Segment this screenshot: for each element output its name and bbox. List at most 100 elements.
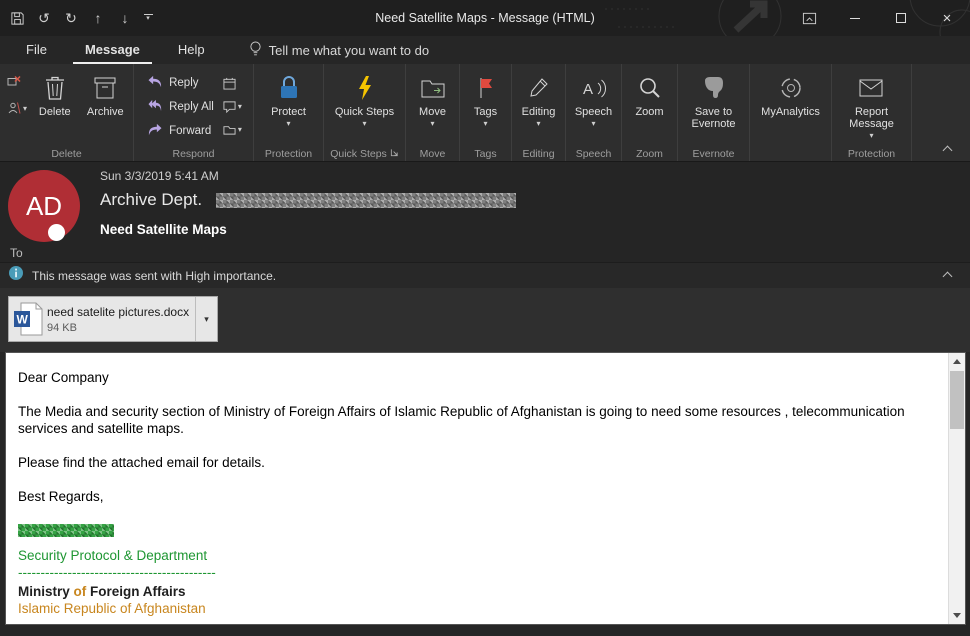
ribbon: ▾ Delete Archive Delete (0, 64, 970, 162)
ribbon-group-label: Editing (512, 148, 565, 160)
collapse-ribbon-button[interactable] (938, 144, 956, 156)
reply-all-button[interactable]: Reply All (143, 96, 218, 118)
button-label: Forward (169, 125, 211, 137)
reply-button[interactable]: Reply (143, 72, 218, 94)
signature-country: Islamic Republic of Afghanistan (18, 600, 925, 617)
button-label: Zoom (635, 106, 663, 118)
avatar[interactable]: AD (8, 170, 80, 242)
button-label: Report Message (836, 106, 908, 130)
ribbon-group-label: Protection (832, 148, 911, 160)
button-label: Speech (575, 106, 612, 118)
collapse-header-button[interactable] (938, 269, 956, 283)
attachment-dropdown-button[interactable]: ▾ (195, 297, 217, 341)
forward-button[interactable]: Forward (143, 120, 218, 142)
ribbon-spacer (912, 64, 970, 161)
ribbon-group-protection: Protect ▾ Protection (254, 64, 324, 161)
reply-icon (147, 75, 163, 91)
body-greeting: Dear Company (18, 369, 925, 386)
close-button[interactable]: × (924, 0, 970, 36)
triangle-down-icon (953, 613, 961, 618)
vertical-scrollbar[interactable] (948, 353, 965, 624)
archive-button[interactable]: Archive (79, 67, 132, 147)
next-item-icon[interactable]: ↓ (112, 4, 138, 32)
save-to-evernote-button[interactable]: Save to Evernote (681, 67, 747, 147)
button-label: Save to Evernote (681, 106, 747, 130)
ribbon-group-editing: Editing ▾ Editing (512, 64, 566, 161)
to-label: To (10, 246, 23, 260)
dropdown-caret-icon: ▾ (536, 120, 540, 128)
redacted-sender-email (216, 193, 516, 208)
button-label: Move (419, 106, 446, 118)
ribbon-group-respond: Reply Reply All Forward (134, 64, 254, 161)
message-body[interactable]: Dear Company The Media and security sect… (5, 352, 966, 625)
myanalytics-icon (778, 72, 804, 104)
quick-steps-button[interactable]: Quick Steps ▾ (333, 67, 397, 147)
button-label: Editing (522, 106, 556, 118)
im-icon[interactable]: ▾ (221, 96, 244, 116)
tell-me-label: Tell me what you want to do (269, 43, 429, 58)
report-message-button[interactable]: Report Message ▾ (836, 67, 908, 147)
scroll-up-button[interactable] (949, 353, 965, 370)
button-label: Delete (39, 106, 71, 118)
meeting-icon[interactable] (221, 73, 244, 93)
previous-item-icon[interactable]: ↑ (85, 4, 111, 32)
undo-icon[interactable]: ↺ (31, 4, 57, 32)
titlebar: ↺ ↻ ↑ ↓ ▾ Need Satellite Maps - Message … (0, 0, 970, 36)
junk-icon[interactable]: ▾ (5, 98, 29, 118)
dialog-launcher-icon[interactable] (390, 148, 399, 160)
redo-icon[interactable]: ↻ (58, 4, 84, 32)
ribbon-group-report-protection: Report Message ▾ Protection (832, 64, 912, 161)
flag-icon (477, 72, 495, 104)
speech-button[interactable]: A Speech ▾ (568, 67, 620, 147)
ribbon-group-quick-steps: Quick Steps ▾ Quick Steps (324, 64, 406, 161)
button-label: Reply (169, 77, 198, 89)
minimize-button[interactable] (832, 0, 878, 36)
protect-button[interactable]: Protect ▾ (258, 67, 320, 147)
archive-icon (93, 72, 117, 104)
message-date: Sun 3/3/2019 5:41 AM (100, 169, 219, 183)
dropdown-caret-icon: ▾ (430, 120, 434, 128)
save-icon[interactable] (4, 4, 30, 32)
message-subject: Need Satellite Maps (100, 222, 227, 237)
ignore-icon[interactable] (5, 71, 29, 91)
word-doc-icon: W (9, 302, 47, 336)
ribbon-group-label: Delete (0, 148, 133, 160)
tags-button[interactable]: Tags ▾ (462, 67, 510, 147)
ribbon-display-options-icon[interactable] (786, 0, 832, 36)
reply-all-icon (147, 99, 163, 115)
ribbon-group-label: Protection (254, 148, 323, 160)
button-label: MyAnalytics (761, 106, 820, 118)
button-label: Quick Steps (335, 106, 394, 118)
ministry-text: Ministry (18, 584, 74, 599)
delete-button[interactable]: Delete (31, 67, 79, 147)
message-header: AD Sun 3/3/2019 5:41 AM Archive Dept. Ne… (0, 162, 970, 262)
presence-indicator (48, 224, 65, 241)
attachment-card[interactable]: W need satelite pictures.docx 94 KB ▾ (8, 296, 218, 342)
window-title: Need Satellite Maps - Message (HTML) (375, 0, 595, 36)
tab-help[interactable]: Help (166, 36, 217, 64)
more-respond-icon[interactable]: ▾ (221, 119, 244, 139)
body-paragraph-1: The Media and security section of Minist… (18, 403, 925, 437)
tab-message[interactable]: Message (73, 36, 152, 64)
myanalytics-button[interactable]: MyAnalytics (752, 67, 830, 147)
tab-file[interactable]: File (14, 36, 59, 64)
attachment-filename: need satelite pictures.docx (47, 305, 195, 319)
info-icon (8, 265, 24, 286)
scroll-down-button[interactable] (949, 607, 965, 624)
zoom-button[interactable]: Zoom (624, 67, 676, 147)
quick-access-toolbar: ↺ ↻ ↑ ↓ ▾ (4, 0, 157, 36)
dropdown-caret-icon: ▾ (591, 120, 595, 128)
button-label: Tags (474, 106, 497, 118)
ribbon-group-label: Zoom (622, 148, 677, 160)
ribbon-tabs: File Message Help Tell me what you want … (0, 36, 970, 64)
message-body-text: Dear Company The Media and security sect… (18, 369, 925, 617)
move-button[interactable]: Move ▾ (408, 67, 458, 147)
editing-button[interactable]: Editing ▾ (514, 67, 564, 147)
scrollbar-thumb[interactable] (950, 371, 964, 429)
sender-name[interactable]: Archive Dept. (100, 190, 202, 210)
button-label: Archive (87, 106, 124, 118)
maximize-button[interactable] (878, 0, 924, 36)
customize-qat-icon[interactable]: ▾ (139, 4, 157, 32)
tell-me-box[interactable]: Tell me what you want to do (249, 36, 429, 64)
dropdown-caret-icon: ▾ (286, 120, 290, 128)
